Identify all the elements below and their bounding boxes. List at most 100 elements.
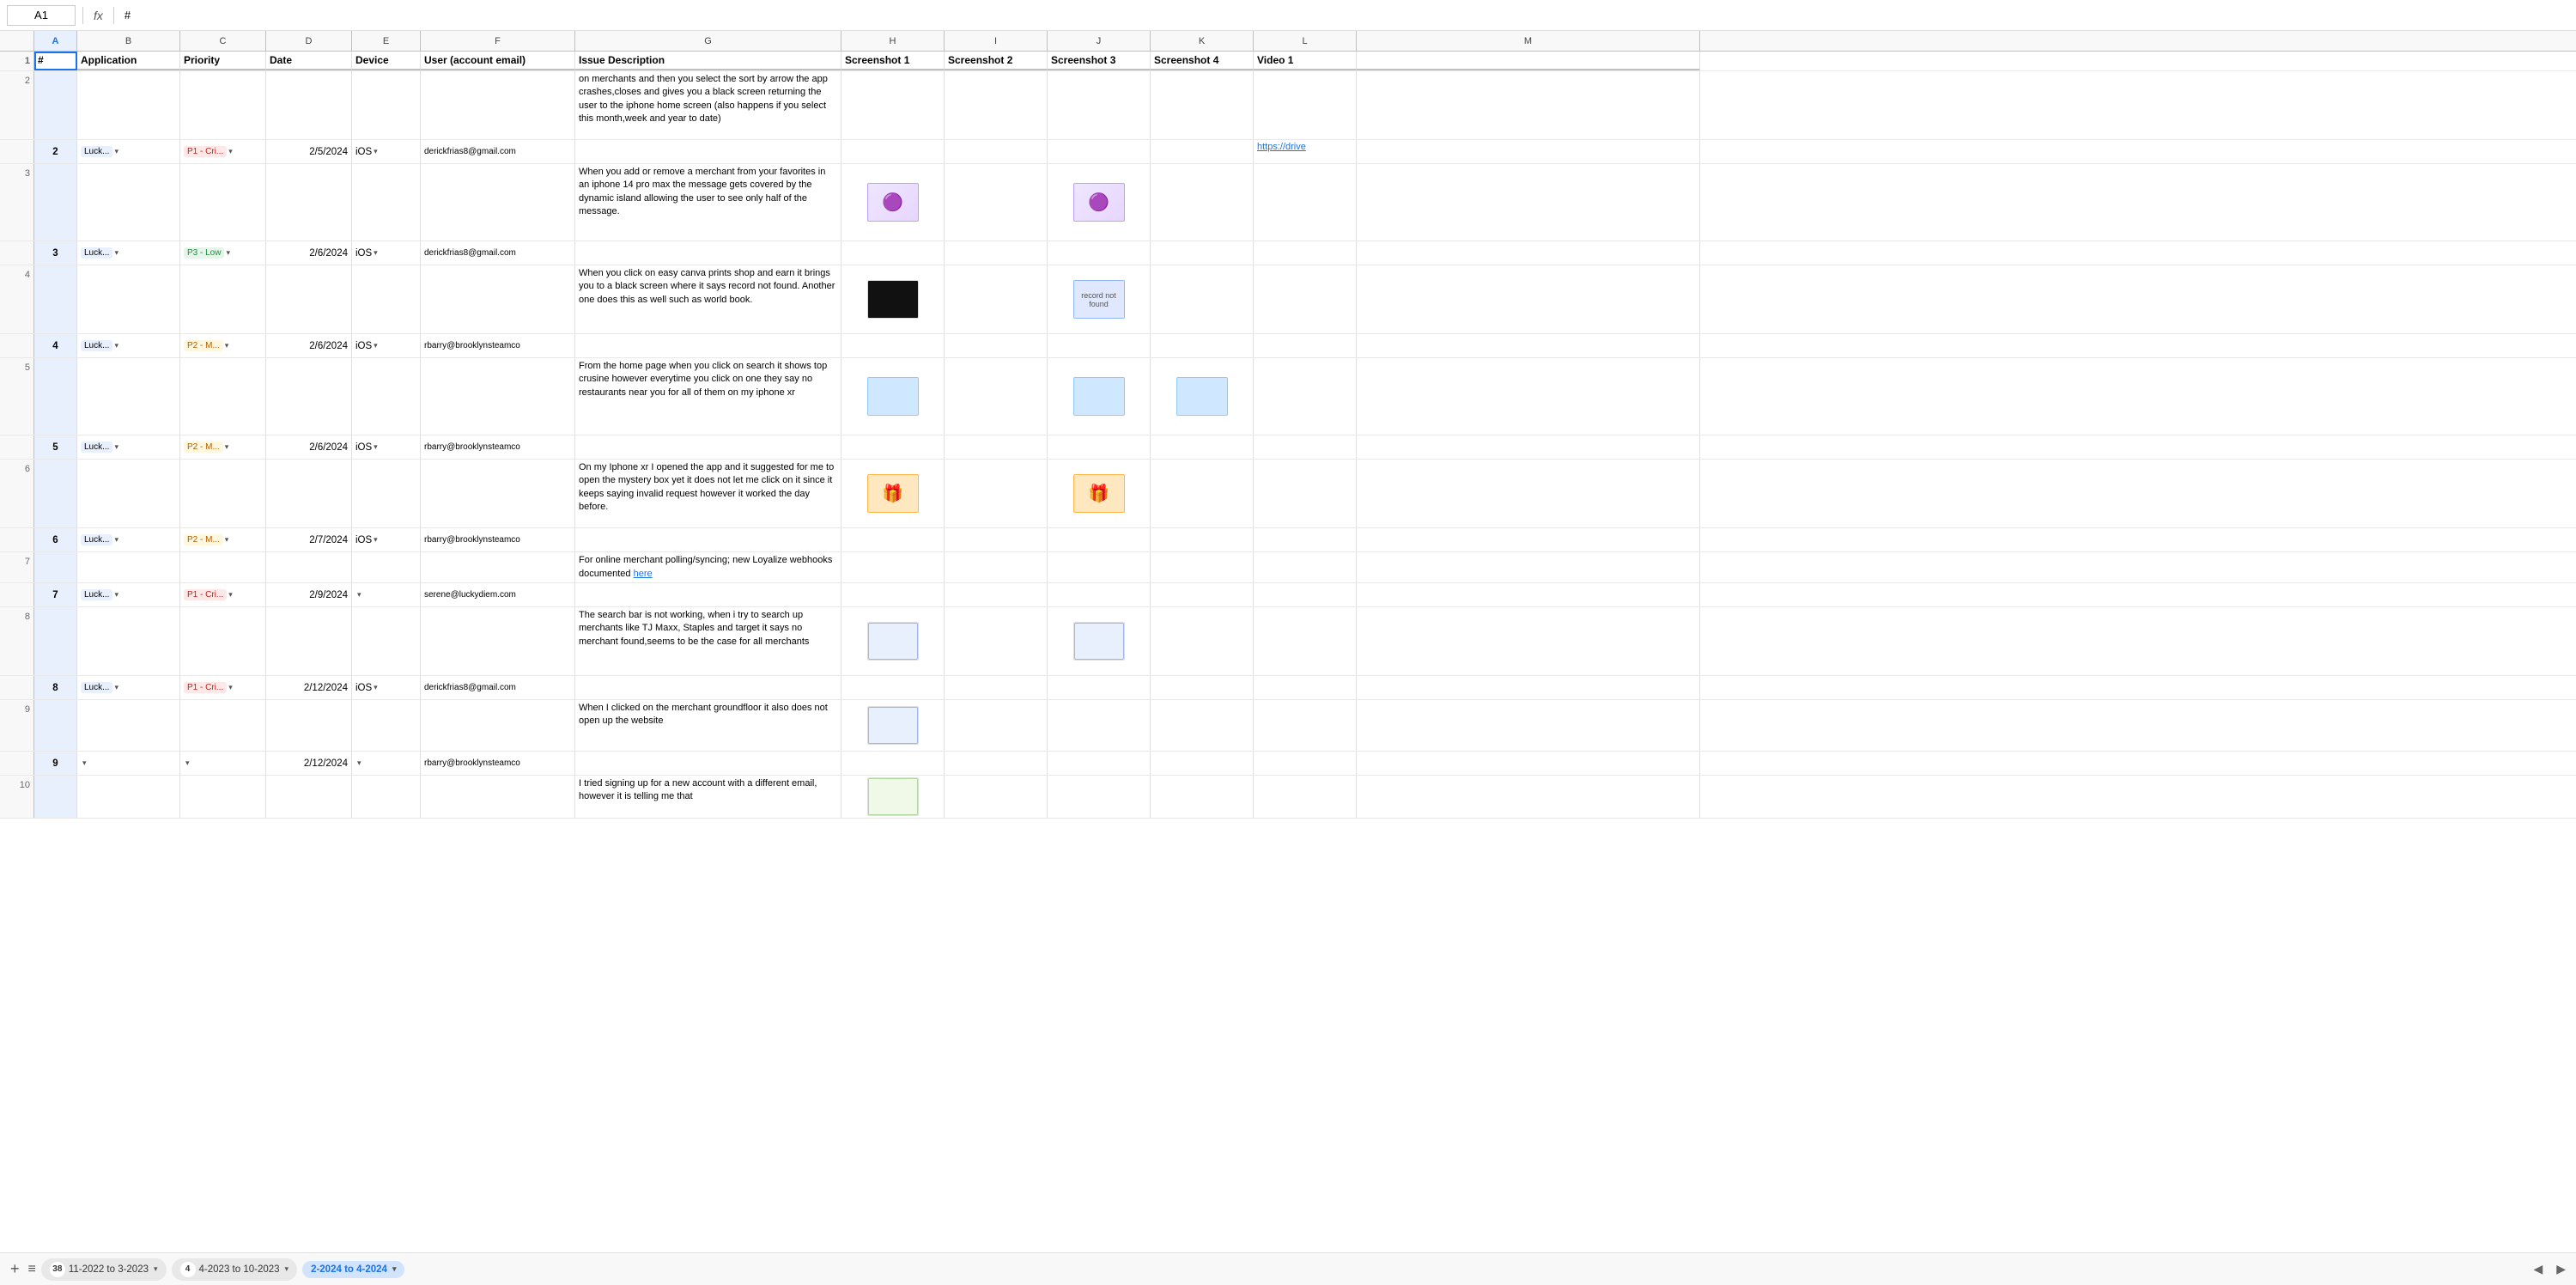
cell-G7[interactable]: For online merchant polling/syncing; new… [575,552,841,582]
cell-J-row6[interactable] [1048,528,1151,551]
cell-J1[interactable]: Screenshot 3 [1048,52,1151,70]
here-link[interactable]: here [634,569,653,579]
col-header-B[interactable]: B [77,31,180,51]
cell-C-row5[interactable]: P2 - M... ▾ [180,435,266,459]
cell-L-row2[interactable]: https://drive [1254,140,1357,163]
cell-B7[interactable] [77,552,180,582]
cell-A-row3[interactable]: 3 [34,241,77,265]
cell-M7[interactable] [1357,552,1700,582]
cell-H6[interactable]: 🎁 [841,460,945,527]
col-header-G[interactable]: G [575,31,841,51]
dropdown-arrow[interactable]: ▾ [226,248,230,258]
cell-M9[interactable] [1357,700,1700,751]
cell-L-row9[interactable] [1254,752,1357,775]
dropdown-arrow[interactable]: ▾ [374,248,378,258]
cell-C-row2[interactable]: P1 - Cri... ▾ [180,140,266,163]
dropdown-arrow[interactable]: ▾ [114,248,118,258]
cell-I7[interactable] [945,552,1048,582]
cell-L4[interactable] [1254,265,1357,333]
cell-A5[interactable] [34,358,77,435]
cell-D-row7[interactable]: 2/9/2024 [266,583,352,606]
cell-G-row6[interactable] [575,528,841,551]
cell-B-row9[interactable]: ▾ [77,752,180,775]
cell-F5[interactable] [421,358,575,435]
cell-F-row4[interactable]: rbarry@brooklynsteamco [421,334,575,357]
cell-J-row4[interactable] [1048,334,1151,357]
cell-D8[interactable] [266,607,352,675]
cell-F-row6[interactable]: rbarry@brooklynsteamco [421,528,575,551]
dropdown-arrow[interactable]: ▾ [228,683,233,692]
cell-L1[interactable]: Video 1 [1254,52,1357,70]
cell-I-row4[interactable] [945,334,1048,357]
cell-D-row4[interactable]: 2/6/2024 [266,334,352,357]
dropdown-arrow[interactable]: ▾ [82,758,87,768]
cell-H3[interactable]: 🟣 [841,164,945,241]
cell-C-row7[interactable]: P1 - Cri... ▾ [180,583,266,606]
cell-D2[interactable] [266,71,352,139]
cell-I-row9[interactable] [945,752,1048,775]
cell-B-row3[interactable]: Luck... ▾ [77,241,180,265]
cell-J-row2[interactable] [1048,140,1151,163]
col-header-I[interactable]: I [945,31,1048,51]
cell-F6[interactable] [421,460,575,527]
cell-K6[interactable] [1151,460,1254,527]
cell-B6[interactable] [77,460,180,527]
cell-F-row5[interactable]: rbarry@brooklynsteamco [421,435,575,459]
cell-C3[interactable] [180,164,266,241]
cell-G2[interactable]: on merchants and then you select the sor… [575,71,841,139]
cell-M8[interactable] [1357,607,1700,675]
cell-A2[interactable] [34,71,77,139]
cell-I8[interactable] [945,607,1048,675]
col-header-K[interactable]: K [1151,31,1254,51]
cell-I2[interactable] [945,71,1048,139]
dropdown-arrow[interactable]: ▾ [225,535,229,545]
cell-G9[interactable]: When I clicked on the merchant groundflo… [575,700,841,751]
dropdown-arrow[interactable]: ▾ [185,758,190,768]
cell-G1[interactable]: Issue Description [575,52,841,70]
cell-F7[interactable] [421,552,575,582]
col-header-M[interactable]: M [1357,31,1700,51]
cell-B5[interactable] [77,358,180,435]
cell-F3[interactable] [421,164,575,241]
cell-I3[interactable] [945,164,1048,241]
cell-I6[interactable] [945,460,1048,527]
cell-J3[interactable]: 🟣 [1048,164,1151,241]
cell-J7[interactable] [1048,552,1151,582]
cell-J6[interactable]: 🎁 [1048,460,1151,527]
cell-K-row6[interactable] [1151,528,1254,551]
cell-D-row2[interactable]: 2/5/2024 [266,140,352,163]
cell-C-row4[interactable]: P2 - M... ▾ [180,334,266,357]
cell-B-row4[interactable]: Luck... ▾ [77,334,180,357]
cell-K3[interactable] [1151,164,1254,241]
cell-E-row4[interactable]: iOS ▾ [352,334,421,357]
cell-F4[interactable] [421,265,575,333]
cell-I5[interactable] [945,358,1048,435]
cell-A8[interactable] [34,607,77,675]
cell-I-row3[interactable] [945,241,1048,265]
cell-E7[interactable] [352,552,421,582]
cell-K-row2[interactable] [1151,140,1254,163]
cell-C7[interactable] [180,552,266,582]
cell-B3[interactable] [77,164,180,241]
cell-F-row3[interactable]: derickfrias8@gmail.com [421,241,575,265]
cell-L-row4[interactable] [1254,334,1357,357]
cell-J8[interactable] [1048,607,1151,675]
cell-I9[interactable] [945,700,1048,751]
cell-K-row9[interactable] [1151,752,1254,775]
cell-L6[interactable] [1254,460,1357,527]
cell-A7[interactable] [34,552,77,582]
cell-B-row2[interactable]: Luck... ▾ [77,140,180,163]
cell-L-row5[interactable] [1254,435,1357,459]
cell-M-row7[interactable] [1357,583,1700,606]
cell-E9[interactable] [352,700,421,751]
cell-L9[interactable] [1254,700,1357,751]
cell-A-row2[interactable]: 2 [34,140,77,163]
cell-B9[interactable] [77,700,180,751]
dropdown-arrow[interactable]: ▾ [114,442,118,452]
cell-E4[interactable] [352,265,421,333]
tab-2-2024-to-4-2024[interactable]: 2-2024 to 4-2024 ▾ [302,1261,404,1278]
cell-J-row8[interactable] [1048,676,1151,699]
cell-K-row5[interactable] [1151,435,1254,459]
col-header-A[interactable]: A [34,31,77,51]
cell-G-row8[interactable] [575,676,841,699]
